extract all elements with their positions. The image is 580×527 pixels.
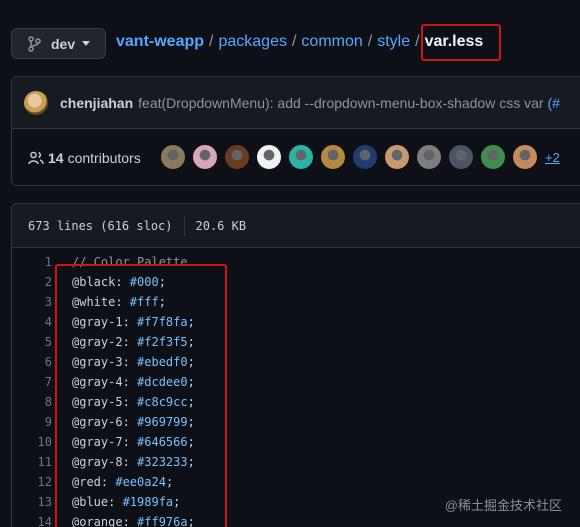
contributor-avatar[interactable] (353, 145, 377, 169)
contributors-label[interactable]: contributors (68, 150, 141, 166)
line-number[interactable]: 9 (12, 415, 52, 429)
more-contributors-link[interactable]: +2 (545, 150, 560, 165)
line-number[interactable]: 7 (12, 375, 52, 389)
contributor-avatar[interactable] (257, 145, 281, 169)
contributor-avatar[interactable] (449, 145, 473, 169)
commit-pr-link[interactable]: (# (547, 95, 559, 111)
code-highlight-box (55, 264, 227, 527)
line-number[interactable]: 12 (12, 475, 52, 489)
line-number[interactable]: 4 (12, 315, 52, 329)
people-icon (28, 151, 44, 164)
contributor-avatar[interactable] (161, 145, 185, 169)
line-number[interactable]: 2 (12, 275, 52, 289)
line-number[interactable]: 11 (12, 455, 52, 469)
file-size: 20.6 KB (195, 218, 247, 233)
contributors-row: 14 contributors +2 (12, 129, 580, 186)
breadcrumb-separator: / (291, 33, 297, 50)
line-number[interactable]: 6 (12, 355, 52, 369)
commit-message[interactable]: feat(DropdownMenu): add --dropdown-menu-… (138, 95, 560, 111)
contributor-avatar[interactable] (193, 145, 217, 169)
breadcrumb-separator: / (209, 33, 214, 50)
breadcrumb-separator: / (415, 33, 420, 50)
contributor-avatar[interactable] (385, 145, 409, 169)
breadcrumb-bar: dev vant-weapp / packages / common / sty… (0, 0, 580, 72)
branch-label: dev (51, 35, 76, 52)
breadcrumb-common-link[interactable]: common (301, 33, 362, 51)
breadcrumb-repo-link[interactable]: vant-weapp (116, 33, 204, 51)
line-number[interactable]: 13 (12, 495, 52, 509)
git-branch-icon (28, 35, 41, 52)
contributor-avatar[interactable] (225, 145, 249, 169)
commit-info-box: chenjiahan feat(DropdownMenu): add --dro… (11, 76, 580, 186)
divider (183, 215, 185, 236)
commit-author[interactable]: chenjiahan (60, 95, 133, 111)
branch-selector-button[interactable]: dev (11, 28, 106, 59)
watermark-text: @稀土掘金技术社区 (444, 498, 562, 513)
breadcrumb-separator: / (367, 33, 373, 50)
contributor-avatar[interactable] (481, 145, 505, 169)
line-number[interactable]: 1 (12, 255, 52, 269)
commit-message-text: feat(DropdownMenu): add --dropdown-menu-… (138, 94, 548, 111)
contributor-avatar[interactable] (289, 145, 313, 169)
line-number[interactable]: 8 (12, 395, 52, 409)
contributors-count[interactable]: 14 (48, 150, 64, 166)
breadcrumb-style-link[interactable]: style (377, 33, 410, 51)
contributor-avatars: +2 (161, 145, 560, 169)
file-name-highlight-box (421, 24, 501, 61)
contributor-avatar[interactable] (417, 145, 441, 169)
line-number[interactable]: 10 (12, 435, 52, 449)
line-number[interactable]: 3 (12, 295, 52, 309)
breadcrumb-packages-link[interactable]: packages (218, 33, 287, 51)
chevron-down-icon (82, 41, 91, 46)
latest-commit-row: chenjiahan feat(DropdownMenu): add --dro… (12, 77, 580, 129)
author-avatar[interactable] (24, 90, 48, 115)
file-line-count: 673 lines (616 sloc) (28, 218, 173, 233)
contributor-avatar[interactable] (513, 145, 537, 169)
contributor-avatar[interactable] (321, 145, 345, 169)
file-info-header: 673 lines (616 sloc) 20.6 KB (12, 204, 580, 248)
line-number[interactable]: 14 (12, 515, 52, 527)
line-number[interactable]: 5 (12, 335, 52, 349)
